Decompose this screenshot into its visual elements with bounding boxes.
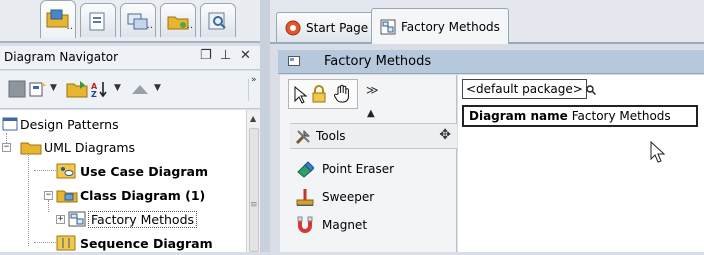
tree-item-label: Factory Methods <box>88 210 198 228</box>
tree-item-factory-methods[interactable]: + Factory Methods <box>56 207 198 231</box>
folder-icon <box>20 142 42 155</box>
magnet-icon <box>297 216 313 233</box>
navigator-title: Diagram Navigator <box>4 50 119 64</box>
palette-item-sweeper[interactable]: Sweeper <box>290 183 374 211</box>
tree-item-label: Design Patterns <box>20 116 119 132</box>
lock-icon[interactable] <box>311 85 327 103</box>
palette-item-label: Point Eraser <box>322 162 395 176</box>
sequence-diagram-icon <box>56 235 76 251</box>
tree-item-label: UML Diagrams <box>44 139 136 155</box>
model-explorer-tab[interactable] <box>80 3 116 37</box>
tree-item-sequence-diagram[interactable]: Sequence Diagram <box>56 231 213 255</box>
sweeper-icon <box>296 189 314 206</box>
select-pointer-icon[interactable] <box>293 86 307 104</box>
palette-toolbar <box>288 79 358 109</box>
palette-section-label: Tools <box>316 129 346 143</box>
start-page-icon <box>285 20 301 35</box>
close-icon[interactable]: ✕ <box>240 48 251 63</box>
diagram-header-icon <box>288 56 300 66</box>
tab-strip-rule <box>0 41 260 43</box>
tree-item-label: Sequence Diagram <box>80 235 213 251</box>
sort-dropdown-icon[interactable]: ▼ <box>114 83 121 93</box>
class-repository-tab[interactable]: .. <box>120 3 156 37</box>
package-selector[interactable]: <default package> <box>462 79 587 99</box>
new-diagram-icon[interactable] <box>28 80 48 101</box>
move-icon[interactable]: ✥ <box>439 127 451 143</box>
tree-guide <box>34 242 56 243</box>
tab-factory-methods[interactable]: Factory Methods <box>371 8 509 44</box>
palette-more-icon[interactable]: ≫ <box>366 83 379 97</box>
diagram-palette: ≫ ▲ Tools ✥ Point Eraser Sweeper Magnet <box>280 75 457 252</box>
package-search-icon[interactable] <box>586 85 596 98</box>
tab-start-page[interactable]: Start Page <box>276 12 378 42</box>
navigator-toolbar: ▼ AZ ▼ ▼ » <box>0 71 260 109</box>
document-icon <box>89 12 105 31</box>
mouse-cursor-icon <box>650 141 666 163</box>
editor-tab-strip: Start Page Factory Methods <box>270 0 704 44</box>
tree-item-label: Class Diagram (1) <box>80 187 206 203</box>
diagram-name-value: Factory Methods <box>571 109 671 123</box>
class-diagram-icon <box>68 211 86 227</box>
palette-item-magnet[interactable]: Magnet <box>290 211 367 239</box>
navigator-header: Diagram Navigator ❐ ⊥ ✕ <box>0 46 260 70</box>
tab-label: Start Page <box>306 20 369 35</box>
folder-icon[interactable] <box>66 80 88 101</box>
diagram-header: Factory Methods <box>278 50 704 74</box>
tree-guide <box>28 152 29 246</box>
tools-icon <box>295 130 310 145</box>
toolbar-overflow-icon[interactable]: » <box>251 75 257 85</box>
diagram-name-field[interactable]: Diagram name Factory Methods <box>462 105 698 127</box>
scroll-grip-icon: ≡ <box>250 200 258 210</box>
model-structure-tab[interactable]: .. <box>160 3 196 37</box>
search-icon <box>208 12 226 30</box>
left-tab-strip: .. .. .. <box>0 0 260 42</box>
palette-item-label: Magnet <box>322 218 368 232</box>
eraser-icon <box>297 161 314 178</box>
collapse-icon[interactable]: − <box>44 190 53 200</box>
scroll-thumb[interactable] <box>249 128 259 252</box>
class-diagram-folder-icon <box>56 190 78 203</box>
tab-label: Factory Methods <box>401 19 500 34</box>
pin-icon[interactable]: ⊥ <box>220 48 231 63</box>
collapse-icon[interactable]: − <box>2 142 11 152</box>
palette-item-label: Sweeper <box>322 190 375 204</box>
palette-scroll-up-icon[interactable]: ▲ <box>367 108 375 119</box>
project-icon <box>2 117 18 131</box>
tree-scrollbar[interactable]: ▲ ≡ <box>246 110 260 252</box>
tree-item-uml-diagrams[interactable]: − UML Diagrams <box>2 135 135 159</box>
toolbar-separator <box>248 79 249 101</box>
tree-item-label: Use Case Diagram <box>80 163 208 179</box>
hand-pan-icon[interactable] <box>333 84 351 104</box>
use-case-diagram-icon <box>56 163 76 179</box>
diagram-title: Factory Methods <box>324 54 432 69</box>
tree-item-class-diagram[interactable]: − Class Diagram (1) <box>44 183 205 207</box>
search-tab[interactable] <box>200 3 236 37</box>
palette-item-point-eraser[interactable]: Point Eraser <box>290 155 394 183</box>
stop-icon[interactable] <box>8 80 26 101</box>
diagram-navigator-tab[interactable]: .. <box>40 0 76 38</box>
sort-icon[interactable]: AZ <box>90 80 110 101</box>
tree-item-use-case-diagram[interactable]: Use Case Diagram <box>56 159 208 183</box>
diagram-canvas[interactable]: <default package> Diagram name Factory M… <box>458 75 704 252</box>
panel-splitter[interactable] <box>260 0 270 252</box>
tree-guide <box>34 170 56 171</box>
diagram-tree: Design Patterns − UML Diagrams Use Case … <box>0 110 246 252</box>
new-diagram-dropdown-icon[interactable]: ▼ <box>50 83 57 93</box>
tree-item-design-patterns[interactable]: Design Patterns <box>2 112 119 136</box>
palette-section-tools[interactable]: Tools ✥ <box>290 123 457 149</box>
svg-text:Z: Z <box>91 90 97 98</box>
scroll-up-icon[interactable]: ▲ <box>250 114 256 123</box>
up-dropdown-icon[interactable]: ▼ <box>154 83 161 93</box>
restore-icon[interactable]: ❐ <box>200 48 212 63</box>
up-icon[interactable] <box>130 80 150 101</box>
class-diagram-icon <box>380 19 396 34</box>
diagram-name-key: Diagram name <box>469 109 568 123</box>
expand-icon[interactable]: + <box>56 214 65 224</box>
